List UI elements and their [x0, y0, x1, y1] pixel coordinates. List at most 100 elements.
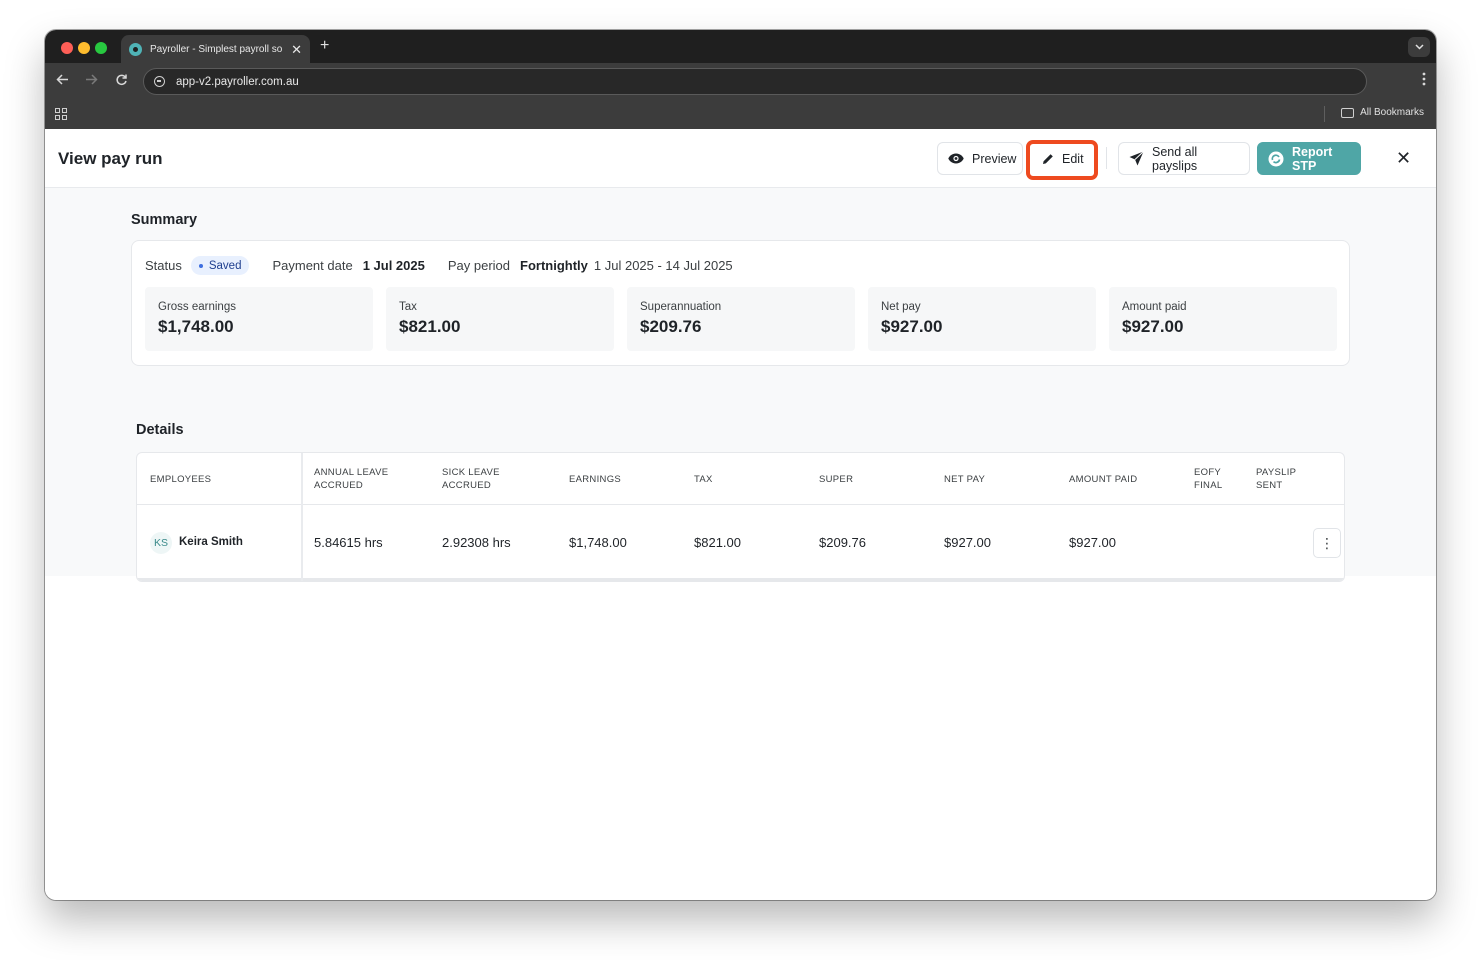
- arrow-left-icon: [56, 74, 68, 85]
- pencil-icon: [1042, 153, 1054, 165]
- table-header: EMPLOYEES ANNUAL LEAVE ACCRUED SICK LEAV…: [137, 453, 1344, 505]
- payroller-favicon-icon: [129, 42, 142, 56]
- stat-value: $209.76: [640, 317, 702, 336]
- close-icon[interactable]: ✕: [1396, 149, 1411, 167]
- report-stp-button[interactable]: Report STP: [1257, 142, 1361, 175]
- forward-button[interactable]: [85, 72, 98, 90]
- edit-label: Edit: [1062, 151, 1084, 166]
- pay-period-label: Pay period: [447, 258, 510, 273]
- preview-button[interactable]: Preview: [937, 142, 1023, 175]
- employee-name[interactable]: Keira Smith: [179, 536, 243, 548]
- col-super[interactable]: SUPER: [819, 473, 853, 486]
- window-zoom-control[interactable]: [95, 42, 107, 54]
- col-payslip-line1: PAYSLIP: [1256, 467, 1297, 478]
- reload-icon: [116, 74, 127, 86]
- stat-value: $927.00: [1122, 317, 1184, 336]
- browser-window: Payroller - Simplest payroll so ✕ + app-…: [45, 30, 1436, 900]
- stat-label: Amount paid: [1122, 301, 1187, 313]
- address-bar[interactable]: app-v2.payroller.com.au: [143, 68, 1367, 95]
- col-eofy-final[interactable]: EOFY FINAL: [1194, 466, 1222, 492]
- kebab-icon: [1422, 72, 1426, 86]
- col-sick-leave-line2: ACCRUED: [442, 480, 492, 491]
- summary-heading: Summary: [131, 212, 198, 228]
- col-employees[interactable]: EMPLOYEES: [150, 473, 211, 486]
- kebab-icon: ⋮: [1320, 534, 1334, 551]
- cell-tax: $821.00: [694, 535, 741, 550]
- col-sick-leave[interactable]: SICK LEAVE ACCRUED: [442, 466, 500, 492]
- send-all-payslips-label: Send all payslips: [1152, 144, 1198, 173]
- chevron-down-icon: [1414, 44, 1424, 50]
- cell-annual-leave: 5.84615 hrs: [314, 535, 383, 550]
- back-button[interactable]: [56, 72, 69, 90]
- stat-gross-earnings: Gross earnings $1,748.00: [145, 287, 373, 351]
- send-all-payslips-button[interactable]: Send all payslips: [1118, 142, 1250, 175]
- status-badge-text: Saved: [208, 259, 242, 272]
- stat-amount-paid: Amount paid $927.00: [1109, 287, 1337, 351]
- paper-plane-icon: [1129, 151, 1144, 166]
- all-bookmarks-label: All Bookmarks: [1360, 107, 1424, 118]
- col-net-pay[interactable]: NET PAY: [944, 473, 985, 486]
- status-label: Status: [145, 258, 182, 273]
- stat-label: Superannuation: [640, 301, 722, 313]
- new-tab-button[interactable]: +: [320, 38, 329, 54]
- payment-date-label: Payment date: [272, 258, 353, 273]
- preview-label: Preview: [972, 151, 1017, 166]
- col-amount-paid[interactable]: AMOUNT PAID: [1069, 473, 1137, 486]
- pay-run-details-table: EMPLOYEES ANNUAL LEAVE ACCRUED SICK LEAV…: [136, 452, 1345, 582]
- payroller-app: View pay run Preview Edit Send all paysl…: [45, 129, 1436, 900]
- header-separator: [1106, 147, 1107, 169]
- tab-title: Payroller - Simplest payroll so: [150, 43, 283, 55]
- browser-toolbar: app-v2.payroller.com.au: [45, 63, 1436, 100]
- stat-value: $927.00: [881, 317, 943, 336]
- col-annual-leave[interactable]: ANNUAL LEAVE ACCRUED: [314, 466, 388, 492]
- col-eofy-line2: FINAL: [1194, 480, 1223, 491]
- details-heading: Details: [136, 422, 184, 438]
- reload-button[interactable]: [115, 72, 128, 90]
- col-payslip-line2: SENT: [1256, 480, 1283, 491]
- stat-tax: Tax $821.00: [386, 287, 614, 351]
- cell-net-pay: $927.00: [944, 535, 991, 550]
- row-actions-button[interactable]: ⋮: [1313, 528, 1341, 558]
- stat-label: Tax: [399, 301, 417, 313]
- window-minimize-control[interactable]: [78, 42, 90, 54]
- table-row[interactable]: KS Keira Smith 5.84615 hrs 2.92308 hrs $…: [137, 505, 1344, 581]
- folder-icon: [1341, 107, 1355, 118]
- col-payslip-sent[interactable]: PAYSLIP SENT: [1256, 466, 1296, 492]
- payment-date-value: 1 Jul 2025: [362, 258, 425, 273]
- all-bookmarks-button[interactable]: All Bookmarks: [1341, 107, 1424, 118]
- page-title: View pay run: [58, 149, 163, 168]
- site-info-icon[interactable]: [154, 76, 165, 87]
- browser-menu-button[interactable]: [1422, 72, 1426, 90]
- report-stp-label: Report STP: [1292, 144, 1333, 173]
- bookmarks-divider: [1324, 106, 1325, 122]
- stat-label: Gross earnings: [158, 301, 236, 313]
- cell-sick-leave: 2.92308 hrs: [442, 535, 511, 550]
- col-earnings[interactable]: EARNINGS: [569, 473, 621, 486]
- stat-label: Net pay: [881, 301, 921, 313]
- window-close-control[interactable]: [61, 42, 73, 54]
- cell-super: $209.76: [819, 535, 866, 550]
- cell-amount-paid: $927.00: [1069, 535, 1116, 550]
- stat-value: $821.00: [399, 317, 461, 336]
- pay-period-range: 1 Jul 2025 - 14 Jul 2025: [593, 258, 733, 273]
- eye-icon: [948, 153, 964, 164]
- col-tax[interactable]: TAX: [694, 473, 713, 486]
- stat-value: $1,748.00: [158, 317, 234, 336]
- cell-earnings: $1,748.00: [569, 535, 627, 550]
- edit-button[interactable]: Edit: [1033, 146, 1090, 171]
- stp-sync-icon: [1268, 151, 1284, 167]
- apps-grid-icon[interactable]: [55, 108, 67, 120]
- url-text: app-v2.payroller.com.au: [176, 75, 299, 88]
- status-badge: Saved: [190, 256, 250, 275]
- bookmarks-bar: All Bookmarks: [45, 100, 1436, 129]
- tab-search-button[interactable]: [1408, 37, 1430, 57]
- tab-close-icon[interactable]: ✕: [291, 43, 302, 56]
- summary-card: Status Saved Payment date 1 Jul 2025 Pay…: [131, 240, 1350, 366]
- employee-column-divider: [301, 453, 303, 581]
- status-dot-icon: [198, 263, 203, 268]
- pay-period-frequency: Fortnightly: [520, 258, 588, 273]
- tab-strip: Payroller - Simplest payroll so ✕ +: [45, 30, 1436, 63]
- stat-superannuation: Superannuation $209.76: [627, 287, 855, 351]
- page-header: View pay run Preview Edit Send all paysl…: [45, 129, 1436, 188]
- browser-tab[interactable]: Payroller - Simplest payroll so ✕: [121, 35, 310, 63]
